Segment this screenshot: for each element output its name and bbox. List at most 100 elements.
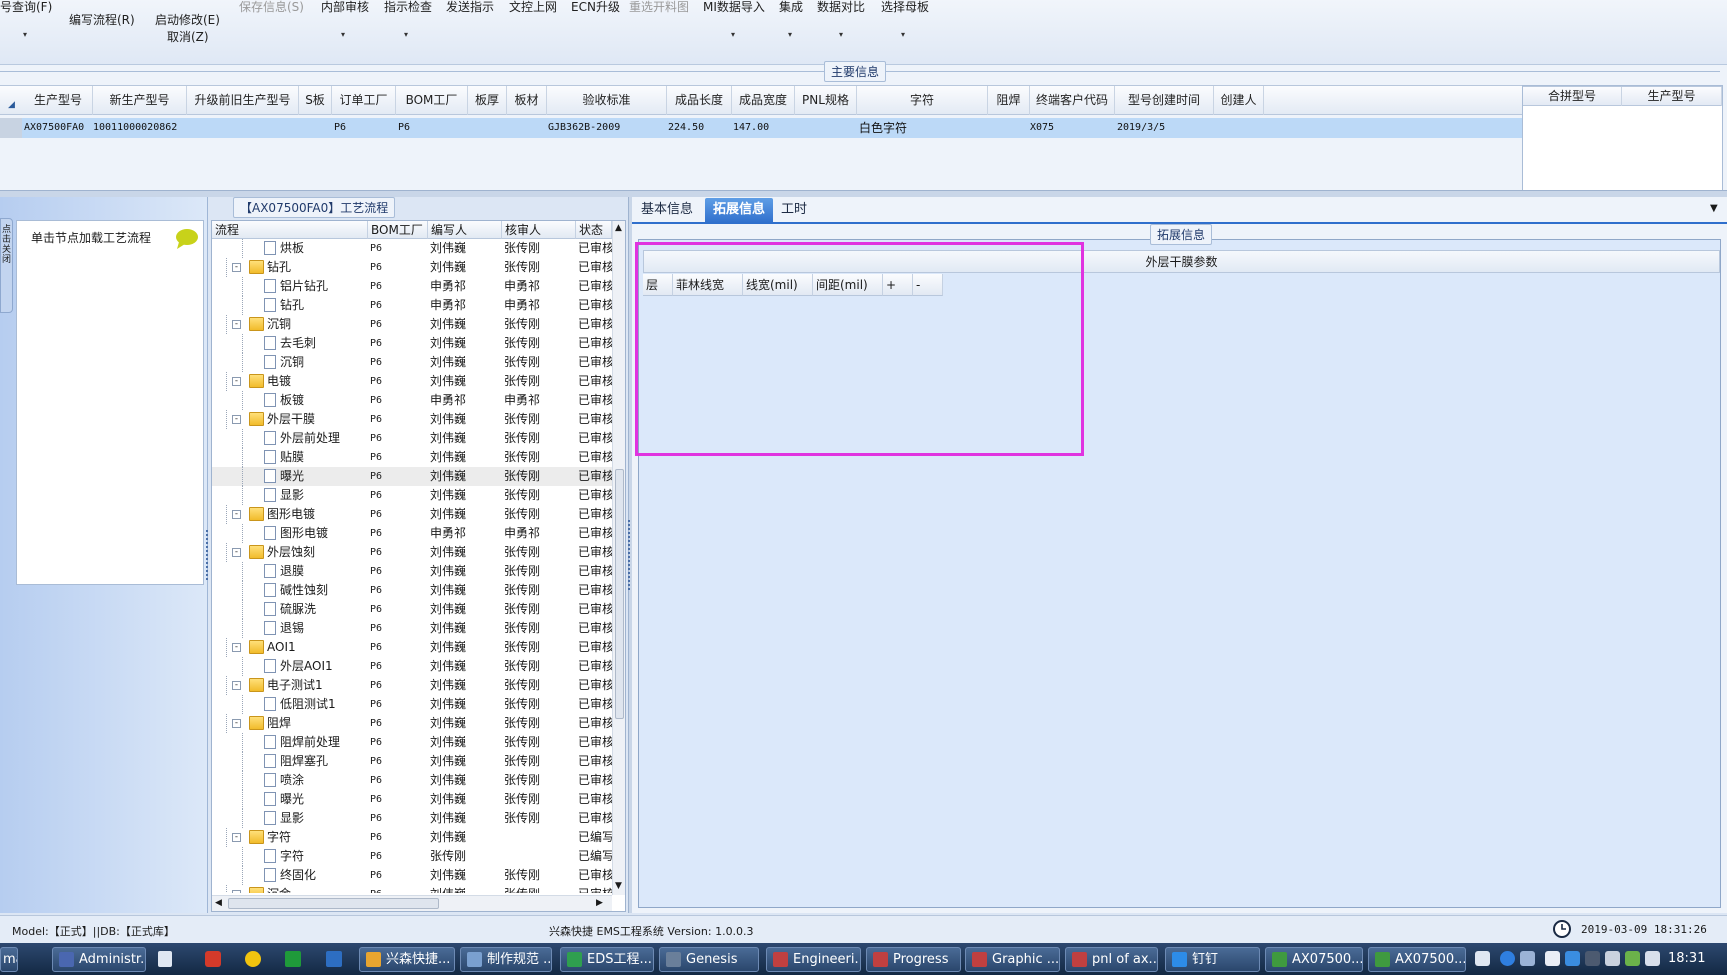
tree-node-label[interactable]: 钻孔: [280, 296, 368, 315]
col-header[interactable]: 状态: [576, 221, 612, 239]
cell-reviewer[interactable]: 张传刚: [504, 543, 574, 562]
cell-writer[interactable]: 刘伟巍: [430, 562, 500, 581]
cell-bom-factory[interactable]: P6: [370, 353, 426, 372]
cell-reviewer[interactable]: 张传刚: [504, 600, 574, 619]
cell-status[interactable]: 已审核: [578, 429, 612, 448]
cell-writer[interactable]: 申勇祁: [430, 277, 500, 296]
taskbar-button[interactable]: mail: [0, 947, 18, 972]
tree-node-label[interactable]: 钻孔: [267, 258, 367, 277]
cell-writer[interactable]: 刘伟巍: [430, 581, 500, 600]
cell-bom-factory[interactable]: P6: [370, 277, 426, 296]
cell-bom-factory[interactable]: P6: [370, 847, 426, 866]
cell-reviewer[interactable]: 张传刚: [504, 505, 574, 524]
cell-writer[interactable]: 刘伟巍: [430, 866, 500, 885]
tree-node-label[interactable]: 喷涂: [280, 771, 368, 790]
collapse-toggle-icon[interactable]: -: [232, 833, 241, 842]
tree-node-label[interactable]: 阻焊前处理: [280, 733, 368, 752]
col-header[interactable]: 型号创建时间: [1115, 86, 1214, 115]
app-icon[interactable]: [205, 951, 221, 967]
cell-reviewer[interactable]: 张传刚: [504, 657, 574, 676]
cell-customer-code[interactable]: X075: [1030, 118, 1054, 138]
cell-status[interactable]: 已审核: [578, 505, 612, 524]
cell-bom-factory[interactable]: P6: [370, 828, 426, 847]
side-collapse-tab[interactable]: 点击关闭: [0, 218, 13, 313]
cell-reviewer[interactable]: 张传刚: [504, 239, 574, 258]
cell-bom-factory[interactable]: P6: [370, 505, 426, 524]
display-icon[interactable]: [1605, 951, 1620, 966]
tree-row[interactable]: 曝光 P6 刘伟巍 张传刚 已审核: [212, 467, 612, 486]
tree-node-label[interactable]: 终固化: [280, 866, 368, 885]
cell-reviewer[interactable]: 申勇祁: [504, 524, 574, 543]
col-header[interactable]: 升级前旧生产型号: [187, 86, 299, 115]
cell-reviewer[interactable]: 张传刚: [504, 619, 574, 638]
tree-node-label[interactable]: 图形电镀: [267, 505, 367, 524]
cell-bom-factory[interactable]: P6: [370, 638, 426, 657]
tree-row[interactable]: 曝光 P6 刘伟巍 张传刚 已审核: [212, 790, 612, 809]
cell-model[interactable]: AX07500FA0: [24, 118, 84, 138]
cell-writer[interactable]: 刘伟巍: [430, 809, 500, 828]
cell-writer[interactable]: 刘伟巍: [430, 486, 500, 505]
tree-node-label[interactable]: 电子测试1: [267, 676, 367, 695]
tab-extended-info[interactable]: 拓展信息: [705, 198, 774, 223]
tree-row[interactable]: - 钻孔 P6 刘伟巍 张传刚 已审核: [212, 258, 612, 277]
toolbar-item-compare[interactable]: 数据对比: [817, 0, 865, 14]
tree-row[interactable]: 铝片钻孔 P6 申勇祁 申勇祁 已审核: [212, 277, 612, 296]
cell-status[interactable]: 已审核: [578, 315, 612, 334]
taskbar-button[interactable]: pnl of ax...: [1065, 947, 1158, 972]
scrollbar-thumb[interactable]: [228, 898, 439, 909]
vertical-scrollbar[interactable]: ▲ ▼: [612, 221, 625, 895]
cell-reviewer[interactable]: 张传刚: [504, 562, 574, 581]
col-header[interactable]: 编写人: [428, 221, 502, 239]
network-icon[interactable]: [1520, 951, 1535, 966]
tree-node-label[interactable]: 烘板: [280, 239, 368, 258]
taskbar-button[interactable]: 钉钉: [1165, 947, 1260, 972]
cell-bom-factory[interactable]: P6: [370, 486, 426, 505]
taskbar-button[interactable]: 兴森快捷...: [359, 947, 455, 972]
tree-node-label[interactable]: 字符: [267, 828, 367, 847]
tree-row[interactable]: 碱性蚀刻 P6 刘伟巍 张传刚 已审核: [212, 581, 612, 600]
cell-status[interactable]: 已审核: [578, 391, 612, 410]
cell-writer[interactable]: 刘伟巍: [430, 353, 500, 372]
cell-bom-factory[interactable]: P6: [370, 714, 426, 733]
col-header[interactable]: 成品宽度: [732, 86, 795, 115]
cell-writer[interactable]: 刘伟巍: [430, 638, 500, 657]
cell-writer[interactable]: 刘伟巍: [430, 429, 500, 448]
cell-status[interactable]: 已审核: [578, 353, 612, 372]
col-header[interactable]: 生产型号: [1622, 87, 1722, 106]
cell-writer[interactable]: 张传刚: [430, 847, 500, 866]
tree-row[interactable]: - 沉铜 P6 刘伟巍 张传刚 已审核: [212, 315, 612, 334]
cell-reviewer[interactable]: 张传刚: [504, 885, 574, 893]
cell-bom-factory[interactable]: P6: [370, 809, 426, 828]
tree-row[interactable]: 烘板 P6 刘伟巍 张传刚 已审核: [212, 239, 612, 258]
col-header[interactable]: 核审人: [502, 221, 576, 239]
cell-reviewer[interactable]: 张传刚: [504, 334, 574, 353]
tree-row[interactable]: 板镀 P6 申勇祁 申勇祁 已审核: [212, 391, 612, 410]
cell-status[interactable]: 已审核: [578, 524, 612, 543]
cell-reviewer[interactable]: 张传刚: [504, 467, 574, 486]
cell-bom-factory[interactable]: P6: [370, 543, 426, 562]
cell-writer[interactable]: 刘伟巍: [430, 315, 500, 334]
cell-reviewer[interactable]: 张传刚: [504, 733, 574, 752]
cell-reviewer[interactable]: 张传刚: [504, 372, 574, 391]
tree-row[interactable]: 终固化 P6 刘伟巍 张传刚 已审核: [212, 866, 612, 885]
col-header[interactable]: 订单工厂: [332, 86, 396, 115]
chevron-down-icon[interactable]: ▾: [731, 30, 735, 39]
tree-node-label[interactable]: 板镀: [280, 391, 368, 410]
tree-node-label[interactable]: 曝光: [280, 467, 368, 486]
tree-row[interactable]: 阻焊前处理 P6 刘伟巍 张传刚 已审核: [212, 733, 612, 752]
keyboard-icon[interactable]: [1475, 951, 1490, 966]
tree-node-label[interactable]: 显影: [280, 809, 368, 828]
tab-dropdown-icon[interactable]: ▼: [1710, 203, 1718, 214]
cell-reviewer[interactable]: 张传刚: [504, 258, 574, 277]
cell-reviewer[interactable]: 张传刚: [504, 315, 574, 334]
tree-row[interactable]: 喷涂 P6 刘伟巍 张传刚 已审核: [212, 771, 612, 790]
toolbar-item-mi-import[interactable]: MI数据导入: [703, 0, 765, 14]
tree-node-label[interactable]: 去毛刺: [280, 334, 368, 353]
cell-status[interactable]: 已编写: [578, 847, 612, 866]
col-header[interactable]: 字符: [857, 86, 988, 115]
scrollbar-thumb[interactable]: [615, 469, 624, 719]
chevron-down-icon[interactable]: ▾: [23, 30, 27, 39]
tree-node-label[interactable]: 外层蚀刻: [267, 543, 367, 562]
cell-reviewer[interactable]: 张传刚: [504, 695, 574, 714]
cell-new-model[interactable]: 10011000020862: [93, 118, 177, 138]
